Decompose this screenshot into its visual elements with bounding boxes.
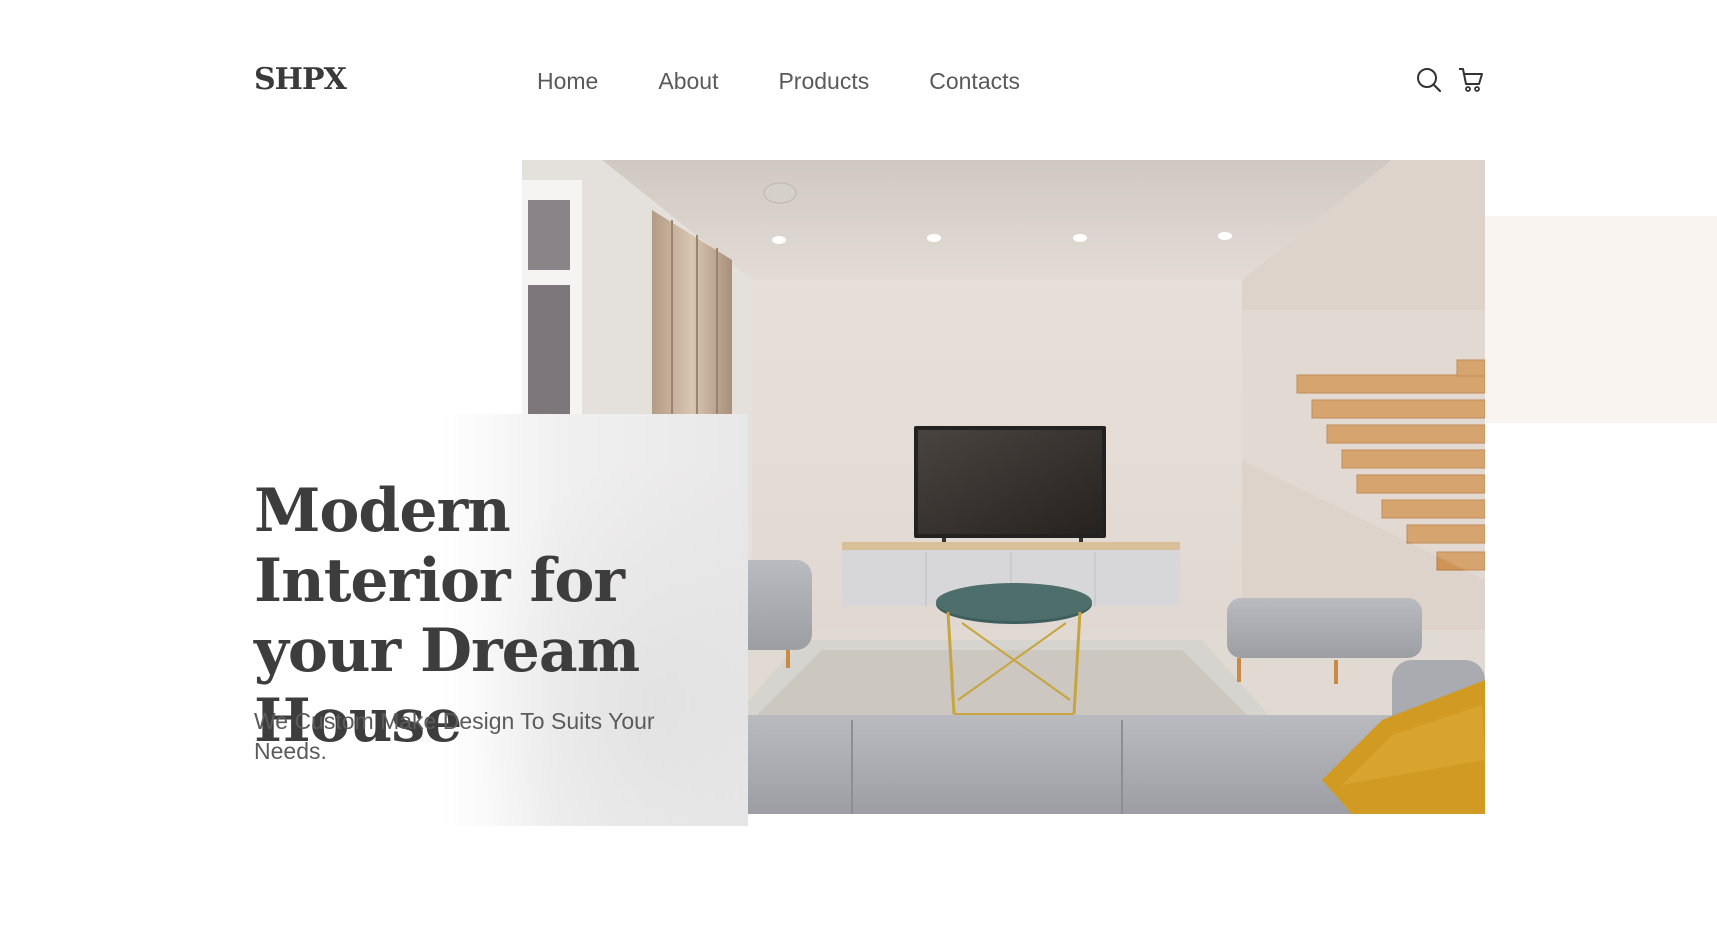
- nav-home[interactable]: Home: [537, 68, 598, 95]
- nav-about[interactable]: About: [658, 68, 718, 95]
- header-icons: [1415, 66, 1485, 94]
- search-icon[interactable]: [1415, 66, 1443, 94]
- main-nav: Home About Products Contacts: [537, 68, 1080, 95]
- nav-contacts[interactable]: Contacts: [929, 68, 1020, 95]
- brand-logo[interactable]: SHPX: [254, 62, 347, 97]
- hero-subtitle: We Custom Make Design To Suits Your Need…: [254, 708, 655, 764]
- cart-icon[interactable]: [1457, 66, 1485, 94]
- decorative-beige-block: [1484, 216, 1717, 423]
- nav-products[interactable]: Products: [778, 68, 869, 95]
- landing-page: SHPX Home About Products Contacts Modern…: [0, 0, 1717, 943]
